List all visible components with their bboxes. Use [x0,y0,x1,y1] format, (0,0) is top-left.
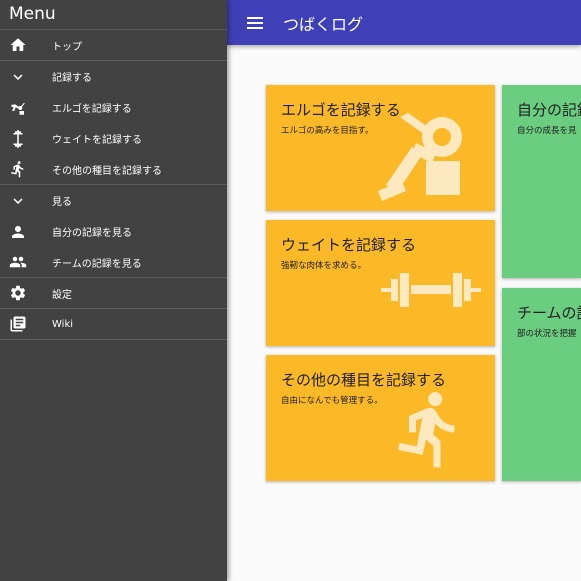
menu-item-record-other[interactable]: その他の種目を記録する [0,154,227,185]
menu-item-record-ergo[interactable]: エルゴを記録する [0,92,227,123]
running-icon [9,160,27,178]
rowing-icon [9,99,27,117]
menu-item-label: その他の種目を記録する [52,165,162,177]
card-record-other[interactable]: その他の種目を記録する 自由になんでも管理する。 [266,355,495,481]
card-view-mine[interactable]: 自分の記録 自分の成長を見 [502,85,581,278]
card-view-team[interactable]: チームの記 部の状況を把握 [502,288,581,481]
dumbbell-icon [9,129,27,148]
menu-item-label: チームの記録を見る [52,258,142,270]
card-subtitle: 強靭な肉体を求める。 [281,261,367,271]
card-subtitle: 自分の成長を見 [517,126,577,136]
menu-item-label: ウェイトを記録する [52,135,142,146]
menu-item-view-mine[interactable]: 自分の記録を見る [0,216,227,247]
person-icon [9,223,27,241]
card-record-weight[interactable]: ウェイトを記録する 強靭な肉体を求める。 [266,220,495,346]
menu-item-label: 見る [52,197,72,208]
menu-item-label: 記録する [52,73,92,84]
menu-item-label: エルゴを記録する [52,104,132,115]
rowing-icon [376,107,486,207]
menu-item-label: 設定 [52,289,72,301]
chevron-down-icon [9,192,27,210]
menu-item-record-weight[interactable]: ウェイトを記録する [0,123,227,154]
home-icon [9,36,27,54]
menu-item-settings[interactable]: 設定 [0,278,227,309]
card-title: チームの記 [517,304,581,322]
card-subtitle: 自由になんでも管理する。 [281,396,383,406]
drawer-title: Menu [0,0,227,30]
menu-item-label: 自分の記録を見る [52,228,132,239]
navigation-drawer: Menu トップ 記録する エルゴを記録する ウェイトを記録する その他の種目を… [0,0,227,581]
menu-item-top[interactable]: トップ [0,30,227,61]
hamburger-icon[interactable] [247,16,263,30]
menu-item-label: Wiki [52,318,74,330]
card-subtitle: エルゴの高みを目指す。 [281,126,374,136]
app-bar: つばくログ [227,0,581,45]
chevron-down-icon [9,68,27,86]
app-title: つばくログ [283,14,364,34]
library-books-icon [9,315,27,333]
menu-group-record[interactable]: 記録する [0,61,227,92]
card-title: エルゴを記録する [281,101,401,119]
card-title: 自分の記録 [517,101,581,119]
menu-group-view[interactable]: 見る [0,185,227,216]
card-subtitle: 部の状況を把握 [517,329,577,339]
group-icon [9,253,27,271]
menu-item-wiki[interactable]: Wiki [0,309,227,340]
card-title: その他の種目を記録する [281,371,447,389]
gear-icon [9,284,27,302]
menu-item-label: トップ [52,41,82,53]
card-record-ergo[interactable]: エルゴを記録する エルゴの高みを目指す。 [266,85,495,211]
dumbbell-icon [381,265,481,315]
menu-item-view-team[interactable]: チームの記録を見る [0,247,227,278]
card-title: ウェイトを記録する [281,236,417,254]
